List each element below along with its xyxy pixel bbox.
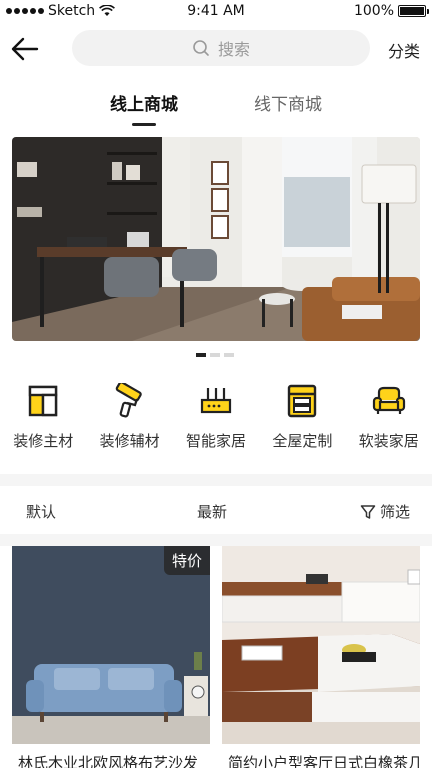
router-icon: [200, 388, 232, 414]
category-grid: 装修主材 装修辅材 智能家居 全屋定制 软装家居: [0, 382, 432, 452]
product-title: 简约小户型客厅日式白橡茶几: [228, 754, 420, 768]
status-bar: Sketch 9:41 AM 100%: [0, 0, 432, 24]
status-right: 100%: [353, 3, 429, 19]
category-soft-furnishing[interactable]: 软装家居: [346, 382, 432, 452]
tab-active-indicator: [132, 123, 156, 126]
back-button[interactable]: [10, 34, 40, 64]
category-custom[interactable]: 全屋定制: [259, 382, 345, 452]
product-image: [222, 546, 420, 744]
category-label: 智能家居: [185, 432, 246, 450]
product-card[interactable]: 简约小户型客厅日式白橡茶几: [222, 546, 420, 768]
cabinet-icon: [28, 385, 58, 417]
banner-pager: [196, 353, 234, 357]
battery-icon: [398, 5, 429, 17]
battery-percent: 100%: [353, 3, 394, 19]
mall-tabs: 线上商城 线下商城: [0, 90, 432, 130]
category-smart-home[interactable]: 智能家居: [173, 382, 259, 452]
armchair-icon: [372, 386, 405, 414]
category-label: 软装家居: [358, 432, 419, 450]
search-input[interactable]: 搜索: [72, 30, 370, 66]
section-divider: [0, 534, 432, 546]
product-title: 林氏木业北欧风格布艺沙发: [18, 754, 199, 768]
category-main-materials[interactable]: 装修主材: [0, 382, 86, 452]
tab-offline-mall[interactable]: 线下商城: [254, 90, 322, 115]
back-arrow-icon: [11, 37, 39, 61]
special-price-badge: 特价: [163, 546, 210, 575]
product-card[interactable]: 特价 林氏木业北欧风格布艺沙发: [12, 546, 210, 768]
filter-icon: [360, 504, 376, 519]
wardrobe-icon: [288, 384, 317, 418]
banner-image: [12, 137, 420, 341]
section-divider: [0, 474, 432, 486]
tab-online-mall[interactable]: 线上商城: [110, 90, 178, 115]
pager-dot: [196, 353, 206, 357]
category-aux-materials[interactable]: 装修辅材: [86, 382, 172, 452]
banner-carousel[interactable]: [12, 137, 420, 341]
category-button[interactable]: 分类: [388, 38, 420, 62]
search-icon: [193, 40, 209, 56]
pager-dot: [210, 353, 220, 357]
category-label: 装修主材: [13, 432, 74, 450]
pager-dot: [224, 353, 234, 357]
search-placeholder: 搜索: [217, 40, 250, 59]
product-image: 特价: [12, 546, 210, 744]
filter-button[interactable]: 筛选: [360, 501, 410, 522]
category-label: 全屋定制: [272, 432, 333, 450]
sort-default-button[interactable]: 默认: [26, 501, 56, 522]
paint-roller-icon: [115, 383, 142, 418]
category-label: 装修辅材: [99, 432, 160, 450]
sort-bar: 默认 最新 筛选: [0, 486, 432, 534]
sort-newest-button[interactable]: 最新: [197, 501, 227, 522]
filter-label: 筛选: [379, 503, 410, 521]
